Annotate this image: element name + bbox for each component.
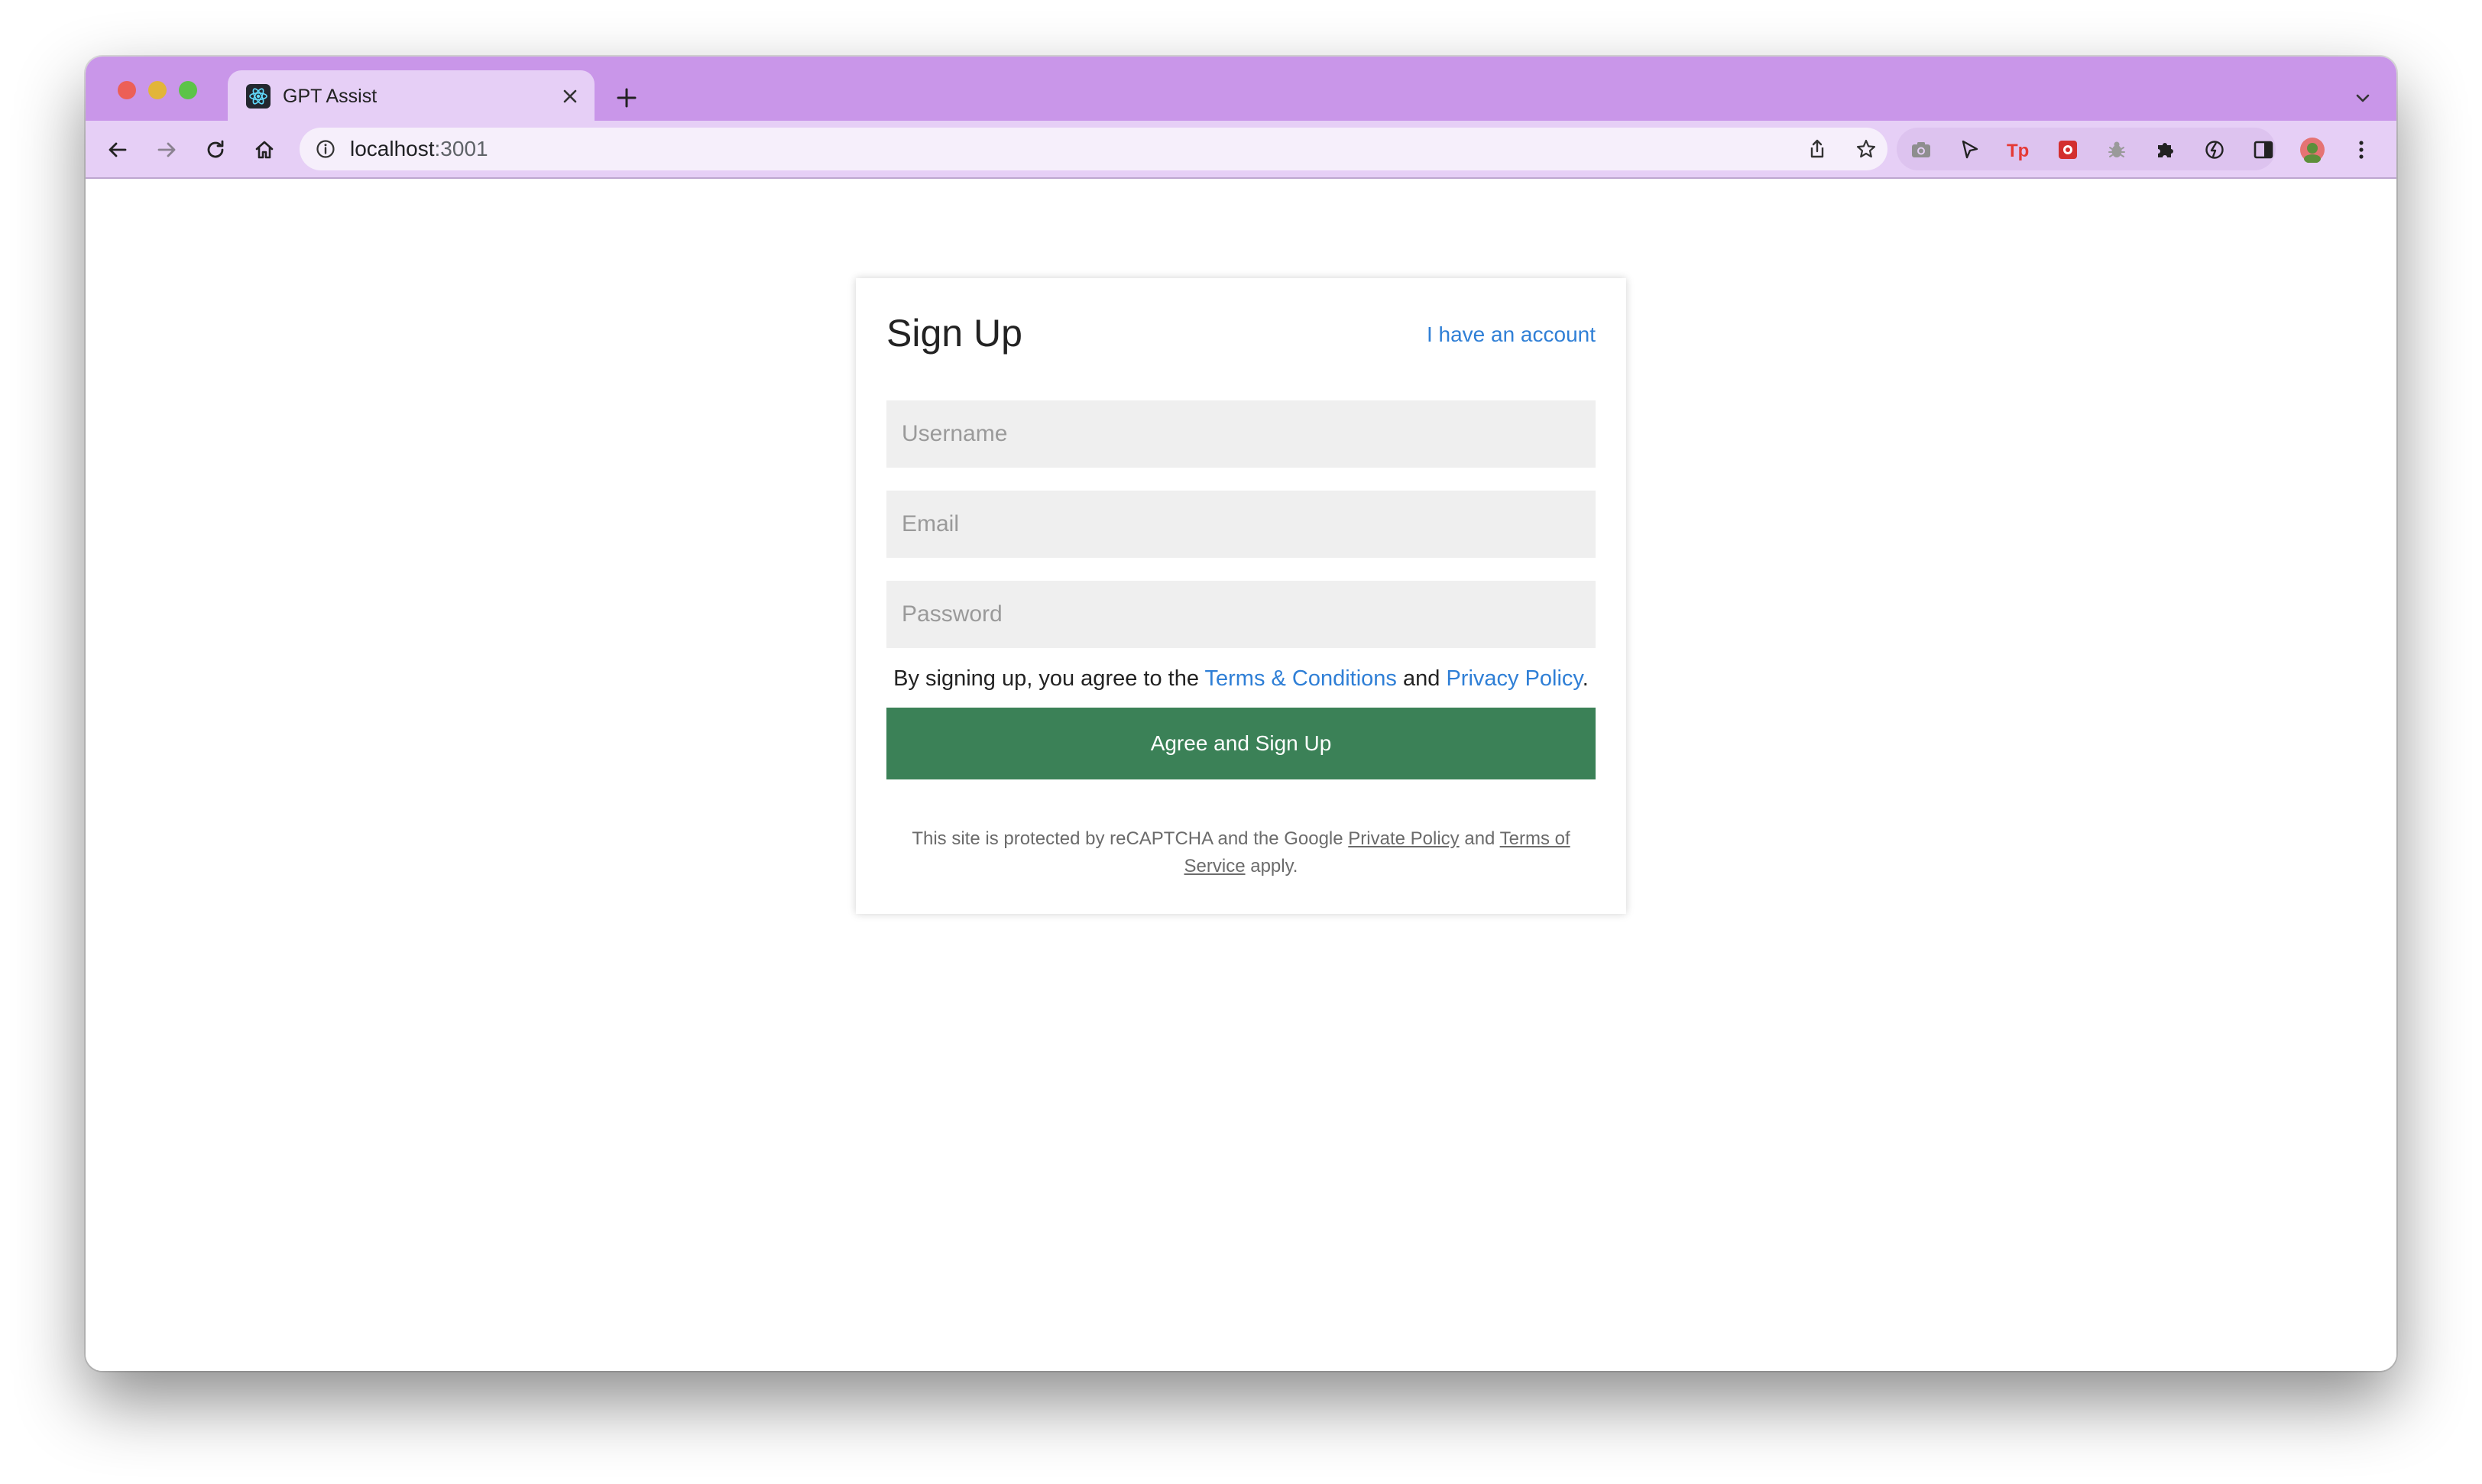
reload-icon[interactable]: [197, 131, 234, 168]
terms-conditions-link[interactable]: Terms & Conditions: [1205, 666, 1397, 691]
privacy-policy-link[interactable]: Privacy Policy: [1446, 666, 1582, 691]
agree-signup-button[interactable]: Agree and Sign Up: [886, 708, 1596, 779]
info-icon[interactable]: [313, 137, 338, 161]
url-port: :3001: [434, 137, 488, 160]
puzzle-icon[interactable]: [2147, 131, 2184, 168]
home-icon[interactable]: [246, 131, 283, 168]
page-content: Sign Up I have an account By signing up,…: [86, 179, 2396, 1371]
back-arrow-icon[interactable]: [99, 131, 136, 168]
address-bar[interactable]: localhost:3001: [300, 128, 1887, 170]
chevron-down-icon[interactable]: [2348, 83, 2378, 113]
screenshot-extension-icon[interactable]: [2049, 131, 2086, 168]
more-vert-icon[interactable]: [2343, 131, 2380, 168]
google-privacy-link[interactable]: Private Policy: [1348, 828, 1459, 849]
share-icon[interactable]: [1802, 134, 1832, 164]
email-input[interactable]: [886, 491, 1596, 558]
forward-arrow-icon[interactable]: [148, 131, 185, 168]
terms-prefix: By signing up, you agree to the: [893, 666, 1205, 691]
recaptcha-notice: This site is protected by reCAPTCHA and …: [886, 825, 1596, 880]
camera-icon[interactable]: [1903, 131, 1939, 168]
password-input[interactable]: [886, 581, 1596, 648]
terms-notice: By signing up, you agree to the Terms & …: [886, 663, 1596, 694]
terms-middle: and: [1396, 666, 1447, 691]
bug-icon[interactable]: [2098, 131, 2135, 168]
tab-title: GPT Assist: [283, 86, 377, 107]
recaptcha-suffix: apply.: [1245, 856, 1298, 876]
terms-suffix: .: [1582, 666, 1589, 691]
window-maximize-button[interactable]: [179, 81, 197, 99]
sync-icon[interactable]: [2196, 131, 2233, 168]
url-text[interactable]: localhost:3001: [350, 137, 488, 161]
url-host: localhost: [350, 137, 435, 160]
recaptcha-prefix: This site is protected by reCAPTCHA and …: [912, 828, 1349, 849]
username-input[interactable]: [886, 400, 1596, 468]
window-minimize-button[interactable]: [148, 81, 167, 99]
tab-strip: GPT Assist: [86, 57, 2396, 121]
cursor-icon[interactable]: [1952, 131, 1988, 168]
recaptcha-middle: and: [1459, 828, 1500, 849]
browser-tab[interactable]: GPT Assist: [228, 70, 595, 121]
plus-icon[interactable]: [610, 81, 643, 115]
have-account-link[interactable]: I have an account: [1427, 321, 1596, 348]
side-panel-icon[interactable]: [2245, 131, 2282, 168]
browser-toolbar: localhost:3001 Tp: [86, 121, 2396, 179]
page-title: Sign Up: [886, 312, 1022, 355]
tp-extension-icon[interactable]: Tp: [2001, 131, 2037, 168]
signup-card: Sign Up I have an account By signing up,…: [856, 278, 1626, 914]
close-icon[interactable]: [555, 81, 585, 112]
svg-text:Tp: Tp: [2007, 141, 2029, 161]
avatar[interactable]: [2294, 131, 2331, 168]
star-icon[interactable]: [1851, 134, 1881, 164]
browser-window: GPT Assist localhost:3001 Tp Sign Up I h…: [86, 57, 2396, 1371]
react-icon: [246, 84, 271, 109]
window-close-button[interactable]: [118, 81, 136, 99]
